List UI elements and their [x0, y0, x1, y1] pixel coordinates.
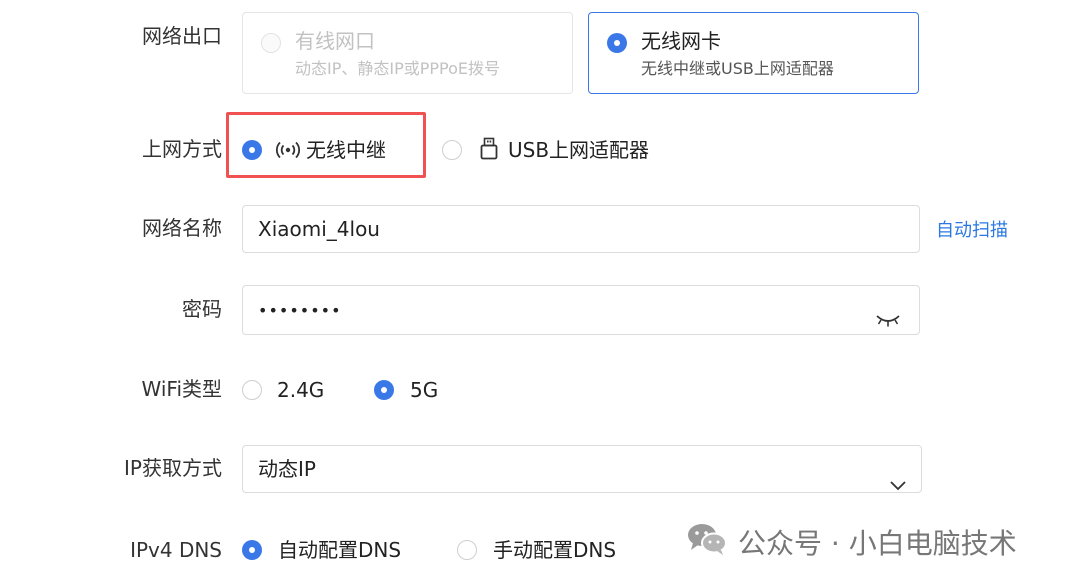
auto-dns-label: 自动配置DNS: [278, 538, 402, 562]
network-name-label: 网络名称: [142, 216, 222, 240]
radio-2-4g[interactable]: [242, 380, 262, 400]
radio-usb-adapter[interactable]: [442, 140, 462, 160]
password-input[interactable]: ••••••••: [242, 285, 920, 335]
manual-dns-label: 手动配置DNS: [493, 538, 617, 562]
network-name-input[interactable]: Xiaomi_4lou: [242, 205, 920, 253]
watermark-text: 公众号 · 小白电脑技术: [738, 527, 1017, 560]
radio-5g[interactable]: [374, 380, 394, 400]
card-wireless-nic[interactable]: 无线网卡 无线中继或USB上网适配器: [588, 12, 919, 94]
ip-mode-select[interactable]: 动态IP: [242, 445, 922, 493]
card-wireless-nic-title: 无线网卡: [641, 29, 721, 53]
radio-wired-port[interactable]: [261, 33, 281, 53]
chevron-down-icon: [889, 462, 907, 508]
radio-auto-dns[interactable]: [242, 540, 262, 560]
wifi-2-4g-label: 2.4G: [277, 378, 325, 402]
ip-mode-label: IP获取方式: [124, 456, 222, 480]
card-wired-port[interactable]: 有线网口 动态IP、静态IP或PPPoE拨号: [242, 12, 573, 94]
highlight-box: [226, 112, 426, 178]
usb-icon: [480, 137, 498, 165]
usb-adapter-label: USB上网适配器: [508, 138, 650, 162]
ip-mode-value: 动态IP: [258, 457, 316, 481]
password-value: ••••••••: [258, 301, 342, 320]
card-wired-port-subtitle: 动态IP、静态IP或PPPoE拨号: [295, 59, 501, 78]
auto-scan-link[interactable]: 自动扫描: [936, 216, 1008, 242]
wifi-5g-label: 5G: [410, 378, 439, 402]
eye-closed-icon[interactable]: [875, 300, 901, 346]
radio-manual-dns[interactable]: [457, 540, 477, 560]
password-label: 密码: [182, 297, 222, 321]
wechat-icon: [686, 522, 728, 563]
radio-wireless-nic[interactable]: [607, 33, 627, 53]
card-wireless-nic-subtitle: 无线中继或USB上网适配器: [641, 59, 834, 78]
dns-label: IPv4 DNS: [130, 538, 222, 562]
network-output-label: 网络出口: [142, 24, 222, 48]
wifi-type-label: WiFi类型: [141, 377, 223, 401]
watermark: 公众号 · 小白电脑技术: [686, 520, 1017, 564]
connection-mode-label: 上网方式: [142, 137, 222, 161]
card-wired-port-title: 有线网口: [295, 29, 375, 53]
